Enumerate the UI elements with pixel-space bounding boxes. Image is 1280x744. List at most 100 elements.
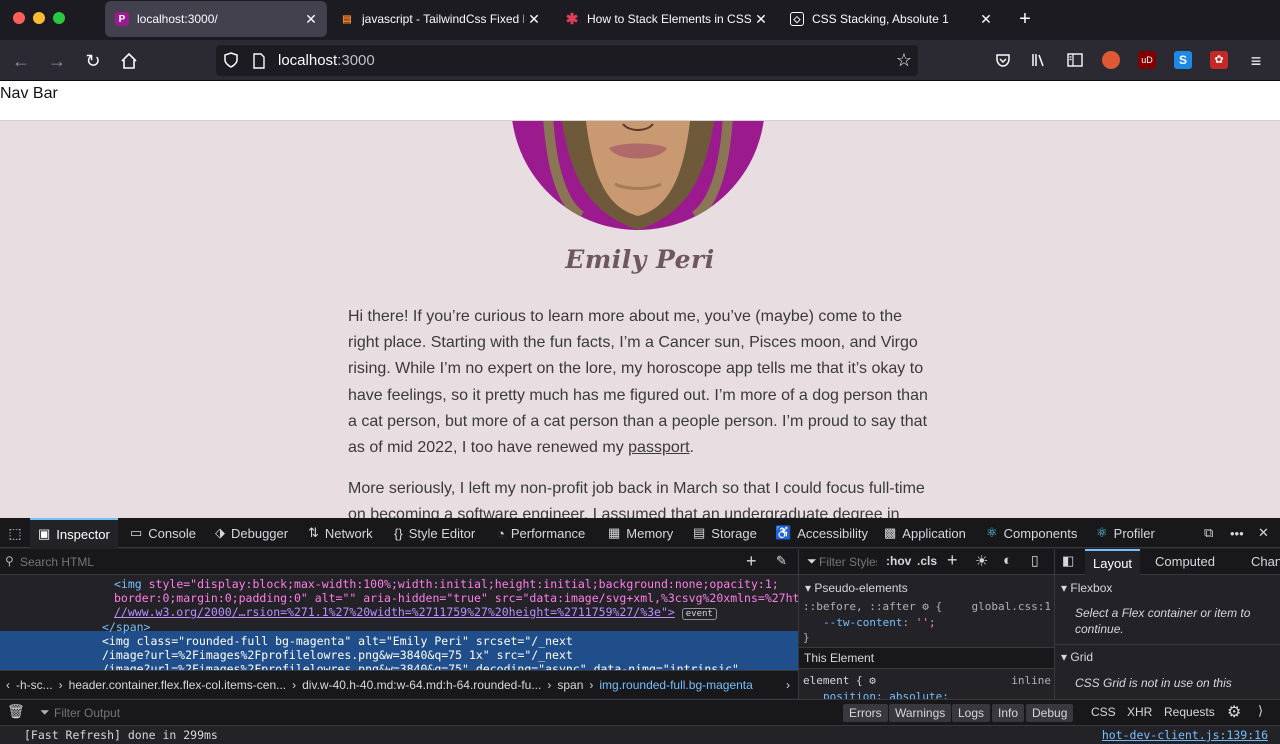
trash-icon[interactable]: 🗑 bbox=[7, 703, 25, 720]
filter-errors-button[interactable]: Errors bbox=[843, 704, 888, 722]
filter-styles-input[interactable] bbox=[819, 553, 877, 571]
tab-memory[interactable]: ▦ Memory bbox=[608, 518, 673, 548]
add-rule-button[interactable]: + bbox=[947, 550, 958, 571]
tab-changes[interactable]: Chan bbox=[1251, 554, 1280, 569]
eyedropper-icon[interactable]: ✎ bbox=[776, 553, 787, 569]
library-icon[interactable] bbox=[1030, 51, 1048, 69]
pseudo-declaration[interactable]: --tw-content: ''; bbox=[823, 616, 936, 629]
reload-button[interactable]: ↻ bbox=[82, 50, 104, 72]
memory-icon: ▦ bbox=[608, 525, 621, 540]
grid-heading[interactable]: ▾ Grid bbox=[1055, 644, 1280, 668]
page-viewport: Nav Bar Emily Peri Hi there! If you’re c… bbox=[0, 81, 1280, 518]
app-menu-button[interactable]: ≡ bbox=[1245, 50, 1267, 72]
new-tab-button[interactable]: + bbox=[1014, 8, 1036, 31]
intro-paragraph: Hi there! If you’re curious to learn mor… bbox=[348, 304, 928, 461]
duckduckgo-icon[interactable] bbox=[1102, 51, 1120, 69]
markup-line-selected[interactable]: <img class="rounded-full bg-magenta" alt… bbox=[102, 634, 573, 648]
tab-components[interactable]: ⚛ Components bbox=[986, 518, 1077, 548]
split-console-icon[interactable]: ⟩ bbox=[1258, 703, 1263, 719]
light-scheme-icon[interactable]: ☀ bbox=[975, 552, 988, 570]
home-icon bbox=[121, 52, 137, 69]
browser-tab-stackoverflow[interactable]: ▤ javascript - TailwindCss Fixed Na ✕ bbox=[330, 0, 550, 38]
tab-accessibility[interactable]: ♿ Accessibility bbox=[775, 518, 868, 548]
tab-inspector[interactable]: ▣ Inspector bbox=[30, 518, 118, 548]
flexbox-heading[interactable]: ▾ Flexbox bbox=[1061, 581, 1112, 595]
breadcrumb-item[interactable]: span bbox=[557, 678, 583, 692]
tab-style-editor[interactable]: {} Style Editor bbox=[394, 518, 475, 548]
filter-output-input[interactable] bbox=[54, 704, 454, 722]
toggle-sidebar-icon[interactable]: ◧ bbox=[1062, 553, 1074, 569]
sidebar-icon[interactable] bbox=[1066, 51, 1084, 69]
browser-tab-css-stacking[interactable]: ◇ CSS Stacking, Absolute 1 ✕ bbox=[780, 0, 1002, 38]
back-button[interactable]: ← bbox=[10, 50, 32, 72]
tab-storage[interactable]: ▤ Storage bbox=[693, 518, 757, 548]
browser-tab-localhost[interactable]: P localhost:3000/ ✕ bbox=[105, 1, 327, 37]
search-html-input[interactable] bbox=[20, 553, 720, 571]
breadcrumb-item[interactable]: header.container.flex.flex-col.items-cen… bbox=[69, 678, 286, 692]
tab-performance[interactable]: ◔ Performance bbox=[497, 518, 585, 548]
filter-warnings-button[interactable]: Warnings bbox=[889, 704, 952, 722]
shield-icon[interactable] bbox=[222, 51, 240, 69]
home-button[interactable] bbox=[118, 50, 140, 72]
close-devtools-button[interactable]: ✕ bbox=[1258, 518, 1269, 548]
print-media-icon[interactable]: ▯ bbox=[1031, 552, 1039, 569]
close-tab-icon[interactable]: ✕ bbox=[751, 11, 771, 28]
extension-s-icon[interactable]: S bbox=[1174, 51, 1192, 69]
passport-link[interactable]: passport bbox=[628, 439, 689, 456]
close-tab-icon[interactable]: ✕ bbox=[301, 11, 321, 28]
markup-line: //www.w3.org/2000/…rsion=%271.1%27%20wid… bbox=[114, 605, 717, 621]
search-icon: ⚲ bbox=[5, 554, 14, 568]
tab-profiler[interactable]: ⚛ Profiler bbox=[1096, 518, 1155, 548]
settings-icon: ⚙ bbox=[869, 674, 876, 687]
close-tab-icon[interactable]: ✕ bbox=[976, 11, 996, 28]
tab-console[interactable]: ▭ Console bbox=[130, 518, 196, 548]
breadcrumb-prev-icon[interactable]: ‹ bbox=[6, 678, 10, 692]
pseudo-source[interactable]: global.css:1 bbox=[972, 600, 1051, 613]
breadcrumb-item[interactable]: -h-sc... bbox=[16, 678, 53, 692]
dark-scheme-icon[interactable]: ◐ bbox=[1003, 552, 1012, 569]
filter-xhr-button[interactable]: XHR bbox=[1127, 705, 1152, 719]
tab-title: javascript - TailwindCss Fixed Na bbox=[362, 12, 524, 26]
hover-state-button[interactable]: :hov bbox=[886, 554, 911, 568]
filter-debug-button[interactable]: Debug bbox=[1026, 704, 1074, 722]
more-options-button[interactable]: ••• bbox=[1230, 518, 1244, 548]
minimize-window-button[interactable] bbox=[33, 12, 45, 24]
filter-logs-button[interactable]: Logs bbox=[952, 704, 991, 722]
dock-side-button[interactable]: ⧉ bbox=[1204, 518, 1213, 548]
filter-requests-button[interactable]: Requests bbox=[1164, 705, 1215, 719]
event-badge[interactable]: event bbox=[681, 608, 717, 620]
tab-title: How to Stack Elements in CSS | bbox=[587, 12, 751, 26]
class-toggle-button[interactable]: .cls bbox=[917, 554, 937, 568]
breadcrumb-item-current[interactable]: img.rounded-full.bg-magenta bbox=[599, 678, 752, 692]
element-declaration[interactable]: position: absolute; bbox=[823, 690, 949, 699]
tab-debugger[interactable]: ⬗ Debugger bbox=[215, 518, 288, 548]
url-bar[interactable]: localhost:3000 ☆ bbox=[216, 45, 918, 76]
ublock-icon[interactable]: uD bbox=[1138, 51, 1156, 69]
pick-element-button[interactable]: ⬚ bbox=[4, 518, 26, 548]
markup-line-selected[interactable]: /image?url=%2Fimages%2Fprofilelowres.png… bbox=[102, 648, 573, 662]
breadcrumb-sep-icon: › bbox=[589, 677, 594, 692]
breadcrumb-item[interactable]: div.w-40.h-40.md:w-64.md:h-64.rounded-fu… bbox=[302, 678, 541, 692]
layout-panel: ◧ Layout Computed Chan ▾ Flexbox Select … bbox=[1054, 549, 1280, 699]
forward-button[interactable]: → bbox=[46, 50, 68, 72]
add-node-button[interactable]: + bbox=[746, 551, 757, 572]
bookmark-star-icon[interactable]: ☆ bbox=[896, 50, 912, 71]
filter-css-button[interactable]: CSS bbox=[1091, 705, 1116, 719]
browser-tab-stack-elements[interactable]: ✱ How to Stack Elements in CSS | ✕ bbox=[555, 0, 777, 38]
zoom-window-button[interactable] bbox=[53, 12, 65, 24]
console-source-link[interactable]: hot-dev-client.js:139:16 bbox=[1102, 728, 1268, 742]
console-settings-icon[interactable]: ⚙ bbox=[1227, 702, 1241, 722]
breadcrumb-next-icon[interactable]: › bbox=[786, 678, 790, 692]
filter-info-button[interactable]: Info bbox=[992, 704, 1025, 722]
tab-computed[interactable]: Computed bbox=[1155, 554, 1215, 569]
this-element-heading: This Element bbox=[799, 647, 1055, 669]
extension-puzzle-icon[interactable]: ✿ bbox=[1210, 51, 1228, 69]
pocket-icon[interactable] bbox=[994, 51, 1012, 69]
close-window-button[interactable] bbox=[13, 12, 25, 24]
console-toolbar: 🗑 ⏷ Errors Warnings Logs Info Debug CSS … bbox=[0, 699, 1280, 725]
tab-application[interactable]: ▩ Application bbox=[884, 518, 966, 548]
tab-layout[interactable]: Layout bbox=[1085, 549, 1141, 575]
pseudo-elements-heading[interactable]: ▾ Pseudo-elements bbox=[805, 581, 908, 595]
tab-network[interactable]: ⇅ Network bbox=[308, 518, 373, 548]
close-tab-icon[interactable]: ✕ bbox=[524, 11, 544, 28]
